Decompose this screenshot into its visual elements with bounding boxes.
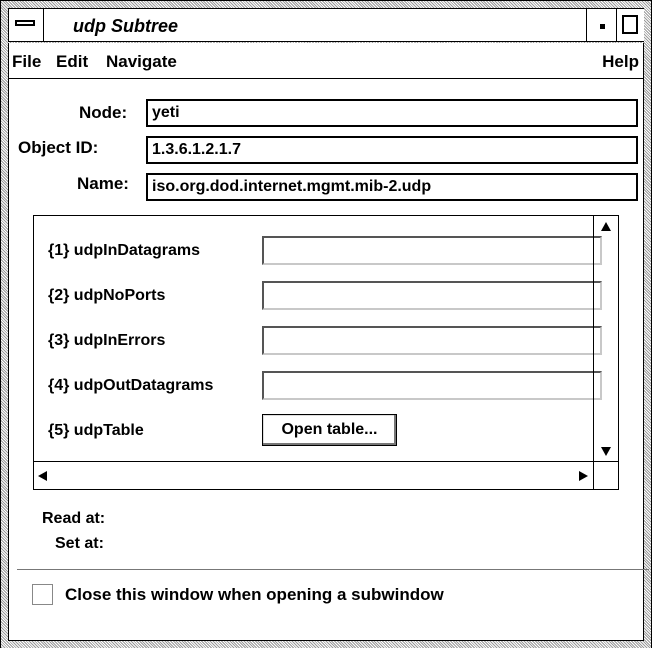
scroll-down-icon[interactable] — [601, 447, 611, 456]
open-table-button[interactable]: Open table... — [262, 414, 397, 446]
window-menu-icon — [15, 20, 35, 26]
menu-file[interactable]: File — [12, 52, 41, 72]
maximize-icon — [622, 15, 638, 34]
object-label-udpnoports: {2} udpNoPorts — [48, 287, 166, 304]
node-field[interactable]: yeti — [146, 99, 638, 127]
object-label-udptable: {5} udpTable — [48, 422, 144, 439]
udpnoports-field[interactable] — [262, 281, 602, 310]
set-at-label: Set at: — [55, 535, 104, 552]
menu-navigate[interactable]: Navigate — [106, 52, 177, 72]
object-label-udpindatagrams: {1} udpInDatagrams — [48, 242, 201, 259]
separator — [17, 569, 649, 570]
menu-edit[interactable]: Edit — [56, 52, 88, 72]
menu-bar: File Edit Navigate Help — [9, 43, 643, 79]
horizontal-scrollbar[interactable] — [34, 461, 594, 489]
objects-scroll-pane: {1} udpInDatagrams {2} udpNoPorts {3} ud… — [33, 215, 619, 490]
name-label: Name: — [77, 174, 129, 193]
maximize-button[interactable] — [616, 9, 644, 41]
read-at-label: Read at: — [42, 510, 106, 527]
udpindatagrams-field[interactable] — [262, 236, 602, 265]
minimize-button[interactable] — [586, 9, 616, 41]
udpoutdatagrams-field[interactable] — [262, 371, 602, 400]
object-label-udpoutdatagrams: {4} udpOutDatagrams — [48, 377, 214, 394]
node-label: Node: — [79, 103, 128, 122]
object-label-udpinerrors: {3} udpInErrors — [48, 332, 166, 349]
window-menu-button[interactable] — [8, 9, 44, 41]
vertical-scrollbar[interactable] — [593, 216, 618, 462]
scroll-corner — [593, 461, 618, 489]
object-id-field[interactable]: 1.3.6.1.2.1.7 — [146, 136, 638, 164]
menu-help[interactable]: Help — [602, 52, 639, 72]
udpinerrors-field[interactable] — [262, 326, 602, 355]
window-client: File Edit Navigate Help Node: yeti Objec… — [8, 43, 649, 641]
close-on-subwindow-label[interactable]: Close this window when opening a subwind… — [65, 585, 444, 605]
scroll-up-icon[interactable] — [601, 222, 611, 231]
title-bar[interactable]: udp Subtree — [8, 8, 644, 42]
window-title: udp Subtree — [73, 16, 179, 36]
object-id-label: Object ID: — [18, 138, 99, 157]
minimize-icon — [600, 24, 605, 29]
name-field[interactable]: iso.org.dod.internet.mgmt.mib-2.udp — [146, 173, 638, 201]
close-on-subwindow-checkbox[interactable] — [32, 584, 53, 605]
scroll-right-icon[interactable] — [579, 471, 588, 481]
scroll-left-icon[interactable] — [38, 471, 47, 481]
